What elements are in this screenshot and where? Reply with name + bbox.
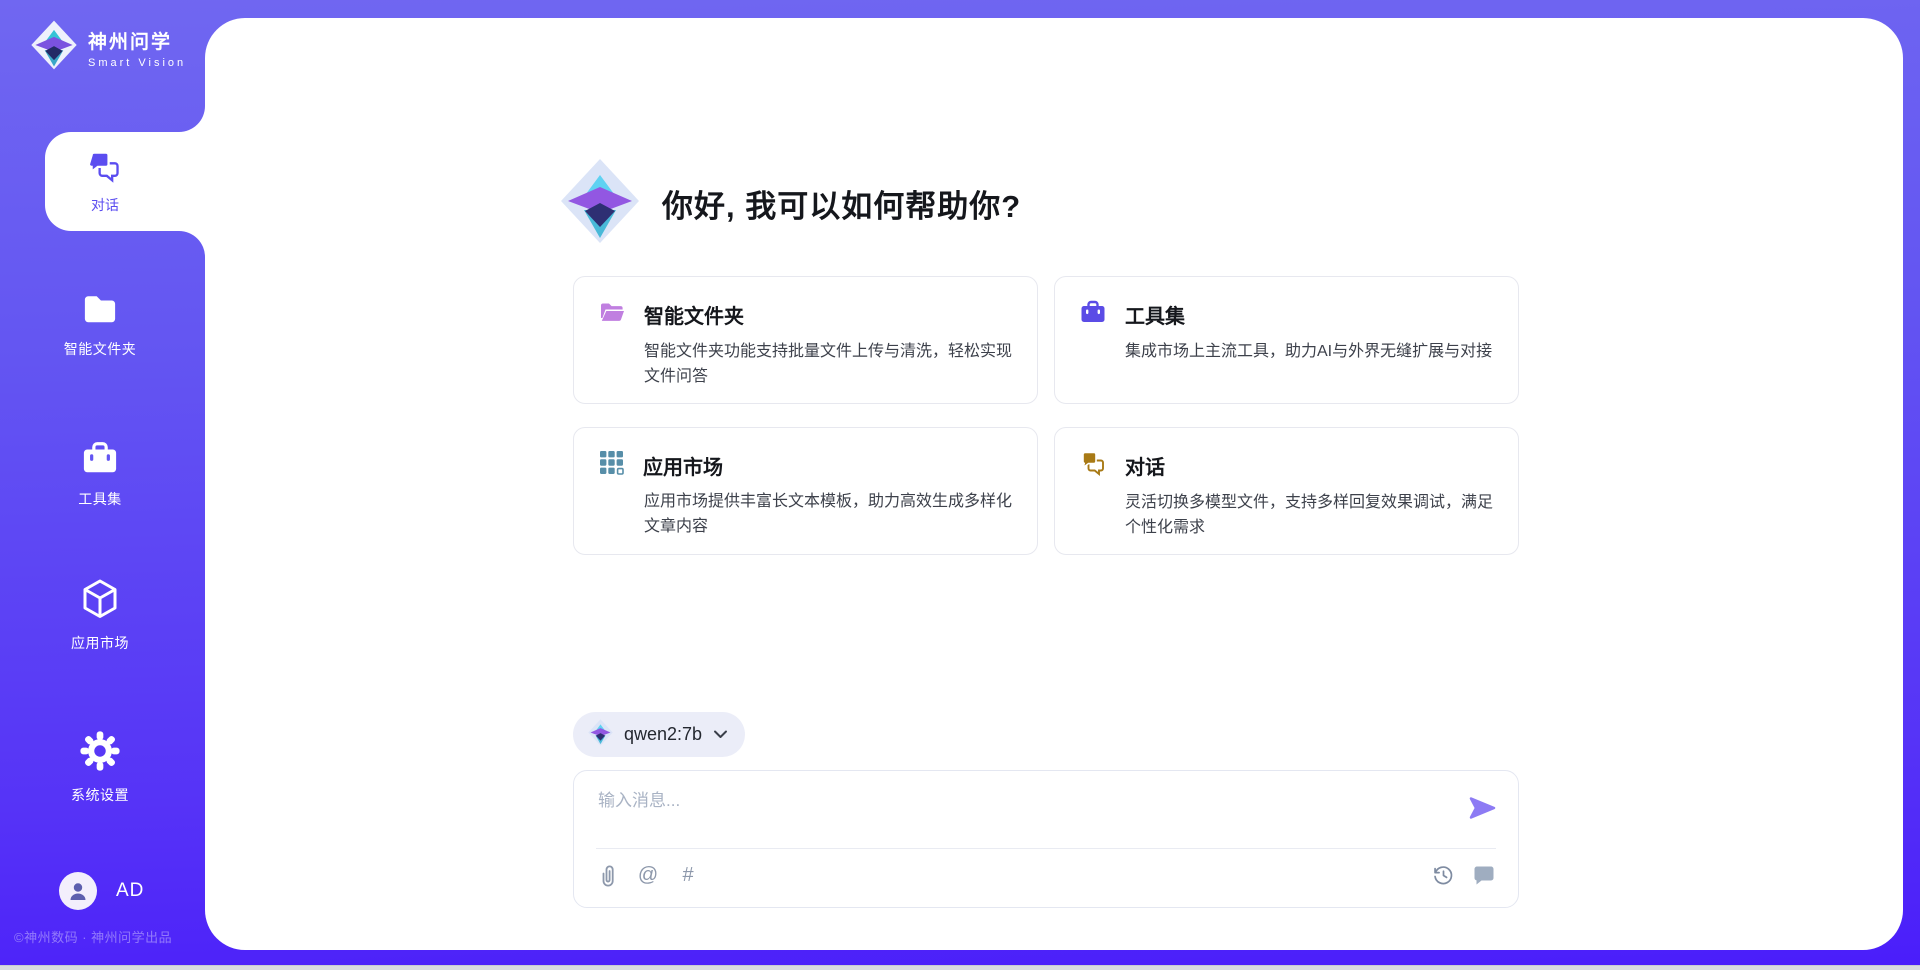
message-composer: @ #	[573, 770, 1519, 908]
chat-bubbles-icon	[1080, 450, 1106, 481]
cube-icon	[80, 578, 120, 625]
sidebar: 神州问学 Smart Vision 对话 智能文件夹	[0, 0, 205, 970]
card-description: 智能文件夹功能支持批量文件上传与清洗，轻松实现文件问答	[644, 339, 1013, 389]
card-title: 工具集	[1125, 300, 1185, 329]
message-input[interactable]	[598, 786, 1438, 841]
user-account[interactable]: AD	[59, 872, 144, 910]
chevron-down-icon	[713, 726, 728, 744]
chat-bubbles-icon	[87, 149, 123, 188]
brand-diamond-icon	[30, 20, 78, 75]
main-content-panel: 你好, 我可以如何帮助你? 智能文件夹 智能文件夹功能支持批量文件上传与清洗，轻…	[205, 18, 1903, 950]
horizontal-scrollbar[interactable]	[0, 965, 1920, 970]
grid-icon	[599, 450, 624, 480]
send-icon[interactable]	[1468, 795, 1496, 821]
sidebar-item-smart-folder[interactable]: 智能文件夹	[0, 292, 205, 359]
open-folder-icon	[599, 299, 625, 330]
model-diamond-icon	[588, 719, 613, 751]
sidebar-item-chat[interactable]: 对话	[45, 132, 165, 231]
hashtag-icon[interactable]: #	[676, 863, 700, 887]
card-title: 智能文件夹	[644, 300, 744, 329]
card-description: 应用市场提供丰富长文本模板，助力高效生成多样化文章内容	[644, 489, 1013, 539]
brand-subtitle: Smart Vision	[88, 57, 186, 69]
brand-name: 神州问学	[88, 27, 186, 54]
folder-icon	[81, 292, 119, 331]
sidebar-item-label: 应用市场	[71, 633, 129, 653]
card-description: 集成市场上主流工具，助力AI与外界无缝扩展与对接	[1125, 339, 1494, 364]
composer-toolbar: @ #	[596, 863, 700, 887]
user-initials: AD	[116, 880, 144, 902]
sidebar-item-toolkit[interactable]: 工具集	[0, 440, 205, 509]
card-chat[interactable]: 对话 灵活切换多模型文件，支持多样回复效果调试，满足个性化需求	[1054, 427, 1519, 555]
sidebar-item-app-market[interactable]: 应用市场	[0, 578, 205, 653]
avatar	[59, 872, 97, 910]
chat-bubble-icon[interactable]	[1472, 863, 1496, 887]
gear-icon	[79, 730, 121, 777]
briefcase-icon	[81, 440, 119, 481]
greeting-title: 你好, 我可以如何帮助你?	[662, 181, 1021, 226]
composer-right-tools	[1431, 863, 1496, 887]
card-title: 应用市场	[643, 451, 723, 480]
briefcase-icon	[1080, 299, 1106, 330]
card-title: 对话	[1125, 451, 1165, 480]
card-description: 灵活切换多模型文件，支持多样回复效果调试，满足个性化需求	[1125, 490, 1494, 540]
brand-diamond-logo-large	[560, 158, 640, 249]
composer-divider	[596, 848, 1496, 849]
sidebar-item-label: 智能文件夹	[64, 339, 137, 359]
brand-logo: 神州问学 Smart Vision	[30, 20, 186, 75]
model-selector[interactable]: qwen2:7b	[573, 712, 745, 757]
feature-cards: 智能文件夹 智能文件夹功能支持批量文件上传与清洗，轻松实现文件问答 工具集 集成…	[573, 276, 1519, 555]
sidebar-item-settings[interactable]: 系统设置	[0, 730, 205, 805]
sidebar-item-label: 工具集	[78, 489, 122, 509]
model-name: qwen2:7b	[624, 724, 702, 745]
card-toolkit[interactable]: 工具集 集成市场上主流工具，助力AI与外界无缝扩展与对接	[1054, 276, 1519, 404]
copyright-text: ©神州数码 · 神州问学出品	[14, 927, 172, 946]
sidebar-item-label: 对话	[91, 195, 119, 215]
sidebar-item-label: 系统设置	[71, 785, 129, 805]
greeting-row: 你好, 我可以如何帮助你?	[560, 158, 1021, 249]
attachment-icon[interactable]	[596, 863, 620, 887]
card-smart-folder[interactable]: 智能文件夹 智能文件夹功能支持批量文件上传与清洗，轻松实现文件问答	[573, 276, 1038, 404]
card-app-market[interactable]: 应用市场 应用市场提供丰富长文本模板，助力高效生成多样化文章内容	[573, 427, 1038, 555]
mention-icon[interactable]: @	[636, 863, 660, 887]
history-icon[interactable]	[1431, 863, 1455, 887]
